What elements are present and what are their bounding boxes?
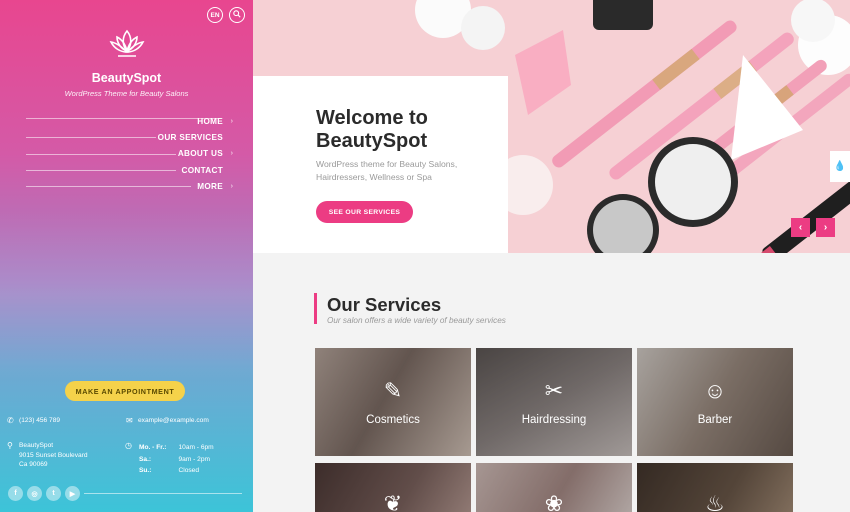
- hours-row: Su.: Closed: [139, 466, 228, 476]
- address-line: Ca 90069: [19, 461, 48, 469]
- nav-item-label: OUR SERVICES: [157, 132, 223, 142]
- hours-time: 10am - 6pm: [178, 444, 214, 451]
- site-tagline: WordPress Theme for Beauty Salons: [64, 89, 189, 98]
- search-icon: [233, 10, 241, 20]
- hero-slider: Welcome to BeautySpot WordPress theme fo…: [253, 0, 850, 253]
- spa-jar-icon: ♨: [705, 491, 725, 512]
- clock-icon: ◷: [125, 441, 132, 450]
- nav-item-label: ABOUT US: [177, 149, 223, 159]
- hair-dryer-icon: ✂: [544, 378, 564, 403]
- youtube-icon[interactable]: ▶: [65, 486, 80, 501]
- service-card[interactable]: ❀: [476, 463, 632, 512]
- lotion-bottle-icon: ❦: [383, 491, 403, 512]
- slider-prev-button[interactable]: ‹: [791, 218, 810, 237]
- slider-next-button[interactable]: ›: [816, 218, 835, 237]
- site-logo[interactable]: [0, 28, 253, 60]
- hero-title-line: Welcome to: [316, 107, 428, 129]
- service-card-label: Cosmetics: [366, 414, 420, 426]
- phone-info[interactable]: ✆ (123) 456 789: [7, 416, 60, 426]
- nav-item-label: HOME: [197, 116, 223, 126]
- hours-table: Mo. - Fr.: 10am - 6pm Sa.: 9am - 2pm Su.…: [137, 441, 230, 478]
- nav-item-label: CONTACT: [181, 165, 223, 175]
- address-info: ⚲ BeautySpot 9015 Sunset Boulevard Ca 90…: [7, 441, 88, 470]
- hours-day: Mo. - Fr.:: [139, 444, 167, 451]
- nav-item-our-services[interactable]: OUR SERVICES: [26, 129, 231, 145]
- hours-time: 9am - 2pm: [178, 455, 210, 463]
- lotus-icon: [0, 28, 253, 60]
- service-card-hairdressing[interactable]: ✂ Hairdressing: [476, 348, 632, 456]
- search-button[interactable]: [229, 7, 245, 23]
- twitter-icon[interactable]: t: [46, 486, 61, 501]
- service-card-label: Hairdressing: [521, 414, 587, 426]
- email-info[interactable]: ✉ example@example.com: [126, 416, 209, 426]
- phone-number: (123) 456 789: [19, 417, 61, 424]
- drop-icon: 💧: [833, 161, 847, 172]
- chevron-right-icon: ›: [230, 117, 233, 125]
- hero-title: Welcome to BeautySpot: [316, 107, 496, 153]
- instagram-icon[interactable]: ◎: [27, 486, 42, 501]
- service-card-barber[interactable]: ☺ Barber: [637, 348, 793, 456]
- beard-icon: ☺: [703, 378, 727, 403]
- side-tab[interactable]: 💧: [830, 151, 850, 182]
- lotus-icon: ❀: [544, 491, 564, 512]
- accent-bar: [314, 293, 317, 324]
- facebook-icon[interactable]: f: [8, 486, 23, 501]
- service-card[interactable]: ❦: [315, 463, 471, 512]
- envelope-icon: ✉: [126, 416, 133, 425]
- language-switch-button[interactable]: EN: [207, 7, 223, 23]
- hours-day: Su.:: [139, 467, 152, 475]
- email-address: example@example.com: [138, 417, 209, 424]
- hours-day: Sa.:: [139, 455, 152, 463]
- see-our-services-button[interactable]: SEE OUR SERVICES: [316, 201, 413, 223]
- hours-row: Mo. - Fr.: 10am - 6pm: [139, 443, 228, 453]
- service-card-cosmetics[interactable]: ✎ Cosmetics: [315, 348, 471, 456]
- hero-description: WordPress theme for Beauty Salons, Haird…: [316, 159, 458, 183]
- chevron-right-icon: ›: [230, 182, 233, 190]
- hours-time: Closed: [178, 467, 200, 475]
- hero-card: Welcome to BeautySpot WordPress theme fo…: [253, 76, 508, 253]
- social-links: f ◎ t ▶: [8, 486, 80, 501]
- address-line: 9015 Sunset Boulevard: [19, 451, 88, 459]
- chevron-right-icon: ›: [823, 222, 828, 233]
- service-card[interactable]: ♨: [637, 463, 793, 512]
- address-line: BeautySpot: [19, 442, 54, 449]
- site-title[interactable]: BeautySpot: [0, 71, 253, 85]
- nav-item-contact[interactable]: CONTACT: [26, 162, 231, 178]
- make-appointment-button[interactable]: MAKE AN APPOINTMENT: [65, 381, 185, 401]
- section-subtitle: Our salon offers a wide variety of beaut…: [327, 316, 506, 325]
- services-section: Our Services Our salon offers a wide var…: [253, 253, 850, 512]
- main-nav: HOME › OUR SERVICES ABOUT US › CONTACT M…: [26, 113, 233, 194]
- sidebar-top-icons: EN: [207, 7, 245, 23]
- hours-row: Sa.: 9am - 2pm: [139, 455, 228, 465]
- location-pin-icon: ⚲: [7, 441, 13, 450]
- makeup-brush-icon: ✎: [383, 378, 403, 403]
- nav-item-about-us[interactable]: ABOUT US ›: [26, 146, 233, 162]
- phone-icon: ✆: [7, 416, 14, 425]
- hero-title-line: BeautySpot: [316, 130, 428, 152]
- nav-item-home[interactable]: HOME ›: [26, 113, 233, 129]
- chevron-right-icon: ›: [230, 150, 233, 158]
- sidebar: EN BeautySpot WordPress Theme for Beauty…: [0, 0, 253, 512]
- chevron-left-icon: ‹: [798, 222, 803, 233]
- divider: [84, 493, 242, 494]
- nav-item-label: MORE: [197, 181, 223, 191]
- service-card-label: Barber: [697, 414, 733, 426]
- nav-item-more[interactable]: MORE ›: [26, 178, 233, 194]
- opening-hours: ◷ Mo. - Fr.: 10am - 6pm Sa.: 9am - 2pm S…: [125, 441, 230, 478]
- section-title: Our Services: [327, 294, 442, 315]
